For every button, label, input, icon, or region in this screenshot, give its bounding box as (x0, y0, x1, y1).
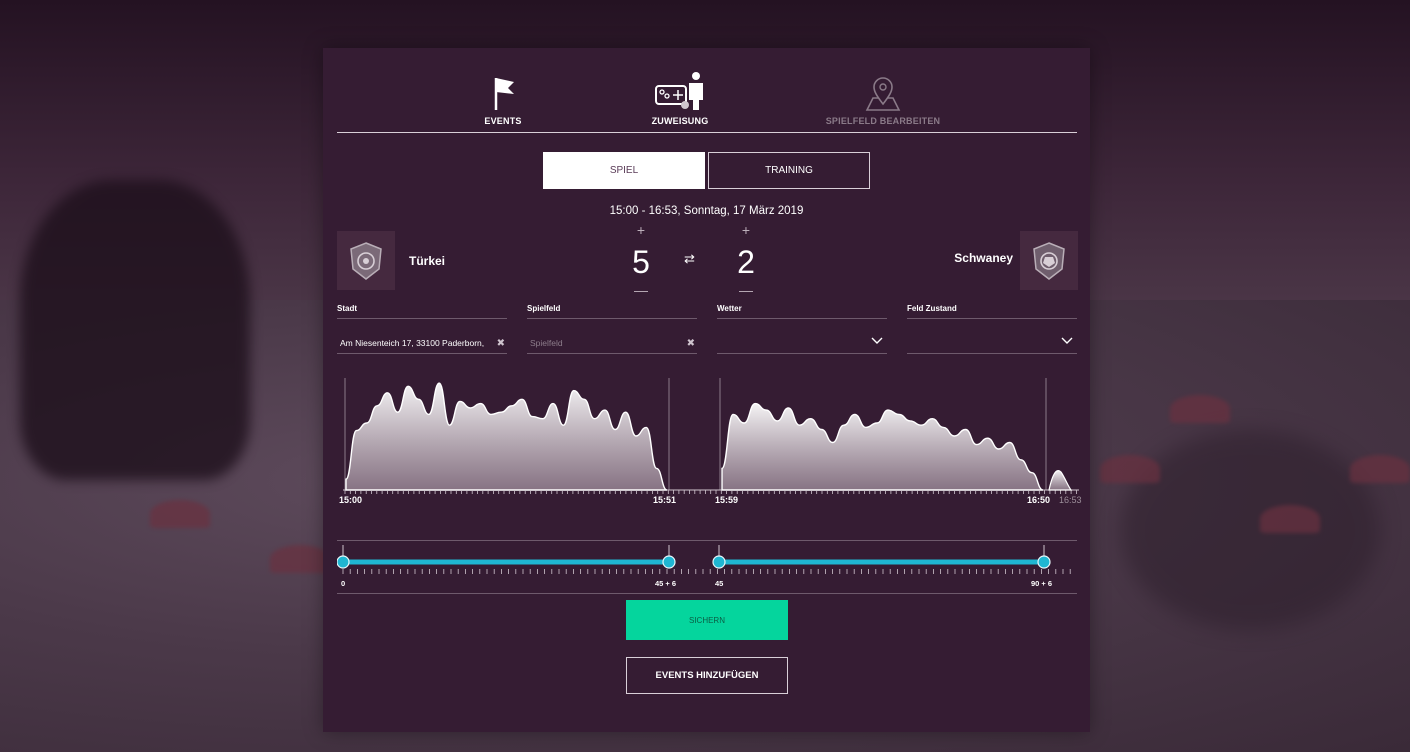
away-score-increment[interactable]: + (738, 222, 754, 238)
tab-events[interactable]: EVENTS (423, 70, 583, 126)
feld-zustand-field: Feld Zustand (907, 304, 1077, 354)
clear-icon[interactable]: ✖ (497, 338, 505, 349)
team-crest-icon (1033, 241, 1065, 280)
save-button[interactable]: SICHERN (626, 600, 788, 640)
home-team-name: Türkei (409, 254, 446, 268)
stadt-field: Stadt Am Niesenteich 17, 33100 Paderborn… (337, 304, 507, 354)
x-tick-label: 16:53 (1059, 495, 1082, 505)
x-tick-label: 15:59 (715, 495, 739, 505)
x-tick-label: 15:51 (653, 495, 677, 505)
spielfeld-label: Spielfeld (527, 304, 697, 319)
first-half-end-label: 45 + 6 (655, 579, 677, 588)
tab-bar: EVENTS ZUWEISUNG SPIELFELD BEARBEITEN (337, 70, 1077, 133)
wetter-label: Wetter (717, 304, 887, 319)
away-score: 2 (737, 244, 755, 280)
activity-series-area (345, 382, 668, 491)
tab-zuweisung-label: ZUWEISUNG (651, 116, 709, 126)
second-half-start-handle[interactable] (712, 555, 726, 569)
spielfeld-input[interactable]: Spielfeld ✖ (527, 335, 697, 354)
spielfeld-field: Spielfeld Spielfeld ✖ (527, 304, 697, 354)
home-team-logo (337, 231, 395, 290)
feld-zustand-label: Feld Zustand (907, 304, 1077, 319)
wetter-field: Wetter (717, 304, 887, 354)
feld-zustand-select[interactable] (907, 335, 1077, 354)
stadt-label: Stadt (337, 304, 507, 319)
first-half-start-handle[interactable] (336, 555, 350, 569)
away-team-name: Schwaney (954, 251, 1013, 265)
clear-icon[interactable]: ✖ (687, 338, 695, 349)
home-score: 5 (632, 244, 650, 280)
tab-zuweisung[interactable]: ZUWEISUNG (600, 70, 760, 126)
away-team-logo (1020, 231, 1078, 290)
activity-chart: 15:00 15:51 15:59 16:50 16:53 (337, 370, 1087, 515)
tab-events-label: EVENTS (484, 116, 522, 126)
second-half-end-label: 90 + 6 (1031, 579, 1053, 588)
time-range-sliders: 0 45 + 6 45 90 + 6 (336, 540, 1077, 594)
chevron-down-icon (1061, 337, 1073, 344)
x-tick-label: 15:00 (339, 495, 363, 505)
activity-chart-svg (343, 378, 1079, 494)
activity-series-area (721, 402, 1044, 491)
tab-spielfeld-label: SPIELFELD BEARBEITEN (825, 116, 941, 126)
home-score-decrement[interactable]: — (633, 282, 649, 298)
second-half-start-label: 45 (715, 579, 724, 588)
second-half-end-handle[interactable] (1037, 555, 1051, 569)
wetter-select[interactable] (717, 335, 887, 354)
match-editor-panel: EVENTS ZUWEISUNG SPIELFELD BEARBEITEN SP… (323, 48, 1090, 732)
home-score-increment[interactable]: + (633, 222, 649, 238)
flag-icon (494, 78, 514, 110)
spiel-toggle[interactable]: SPIEL (543, 152, 705, 189)
assign-player-icon (655, 72, 703, 110)
chevron-down-icon (871, 337, 883, 344)
map-pin-icon (865, 77, 901, 111)
x-tick-label: 16:50 (1027, 495, 1051, 505)
stadt-input[interactable]: Am Niesenteich 17, 33100 Paderborn, ✖ (337, 335, 507, 354)
first-half-start-label: 0 (341, 579, 346, 588)
team-crest-icon (350, 241, 382, 280)
tab-spielfeld-bearbeiten[interactable]: SPIELFELD BEARBEITEN (803, 70, 963, 126)
first-half-end-handle[interactable] (662, 555, 676, 569)
swap-teams-icon[interactable]: ⇄ (684, 251, 695, 267)
add-events-button[interactable]: EVENTS HINZUFÜGEN (626, 657, 788, 694)
away-score-decrement[interactable]: — (738, 282, 754, 298)
match-datetime: 15:00 - 16:53, Sonntag, 17 März 2019 (609, 205, 804, 217)
training-toggle[interactable]: TRAINING (708, 152, 870, 189)
slider-track (336, 545, 1071, 574)
